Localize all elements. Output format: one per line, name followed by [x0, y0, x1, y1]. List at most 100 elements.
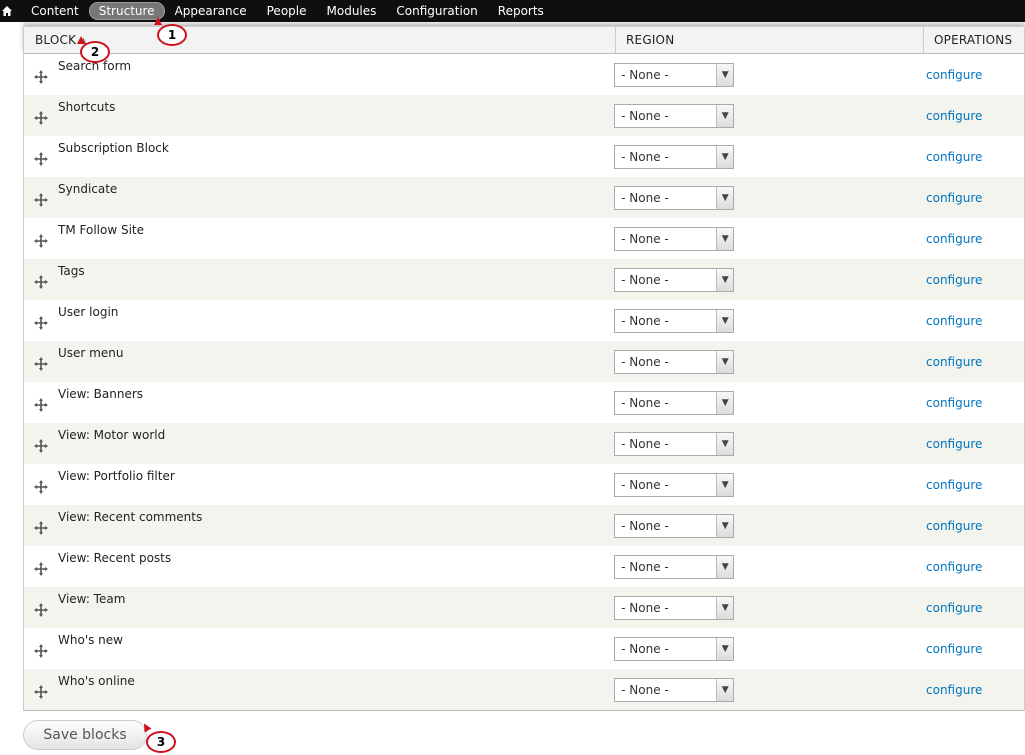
table-row: View: Team - None - ▼ configure: [24, 587, 1024, 628]
region-select[interactable]: - None - ▼: [614, 431, 735, 456]
region-select[interactable]: - None - ▼: [614, 677, 735, 702]
drag-handle-icon[interactable]: [34, 193, 48, 207]
region-select[interactable]: - None - ▼: [614, 103, 735, 128]
region-select[interactable]: - None - ▼: [614, 472, 735, 497]
chevron-down-icon[interactable]: ▼: [716, 678, 734, 701]
nav-item-appearance[interactable]: Appearance: [165, 2, 257, 20]
configure-link[interactable]: configure: [926, 68, 982, 82]
configure-link[interactable]: configure: [926, 601, 982, 615]
table-row: User menu - None - ▼ configure: [24, 341, 1024, 382]
drag-handle-icon[interactable]: [34, 480, 48, 494]
region-select[interactable]: - None - ▼: [614, 185, 735, 210]
region-select-value: - None -: [621, 108, 669, 123]
region-select[interactable]: - None - ▼: [614, 595, 735, 620]
operations-cell: configure: [916, 683, 1024, 697]
callout-2-pointer: [77, 36, 85, 44]
drag-handle-icon[interactable]: [34, 234, 48, 248]
chevron-down-icon[interactable]: ▼: [716, 186, 734, 209]
block-name: User menu: [58, 345, 124, 360]
configure-link[interactable]: configure: [926, 355, 982, 369]
drag-handle-icon[interactable]: [34, 644, 48, 658]
callout-3: 3: [146, 731, 176, 753]
region-cell: - None - ▼: [604, 226, 916, 251]
region-select[interactable]: - None - ▼: [614, 62, 735, 87]
configure-link[interactable]: configure: [926, 191, 982, 205]
block-cell: View: Team: [24, 587, 604, 628]
region-cell: - None - ▼: [604, 431, 916, 456]
chevron-down-icon[interactable]: ▼: [716, 104, 734, 127]
drag-handle-icon[interactable]: [34, 439, 48, 453]
configure-link[interactable]: configure: [926, 478, 982, 492]
region-select-value: - None -: [621, 231, 669, 246]
drag-handle-icon[interactable]: [34, 398, 48, 412]
drag-handle-icon[interactable]: [34, 685, 48, 699]
drag-handle-icon[interactable]: [34, 152, 48, 166]
drag-handle-icon[interactable]: [34, 316, 48, 330]
save-blocks-button[interactable]: Save blocks: [23, 720, 147, 750]
drag-handle-icon[interactable]: [34, 70, 48, 84]
drag-handle-icon[interactable]: [34, 111, 48, 125]
block-cell: TM Follow Site: [24, 218, 604, 259]
region-cell: - None - ▼: [604, 472, 916, 497]
chevron-down-icon[interactable]: ▼: [716, 555, 734, 578]
drag-handle-icon[interactable]: [34, 562, 48, 576]
block-cell: User login: [24, 300, 604, 341]
chevron-down-icon[interactable]: ▼: [716, 637, 734, 660]
block-name: View: Recent comments: [58, 509, 203, 524]
block-cell: View: Recent posts: [24, 546, 604, 587]
region-select[interactable]: - None - ▼: [614, 349, 735, 374]
nav-item-content[interactable]: Content: [21, 2, 89, 20]
configure-link[interactable]: configure: [926, 314, 982, 328]
configure-link[interactable]: configure: [926, 683, 982, 697]
chevron-down-icon[interactable]: ▼: [716, 63, 734, 86]
block-name: View: Portfolio filter: [58, 468, 175, 483]
region-select[interactable]: - None - ▼: [614, 308, 735, 333]
chevron-down-icon[interactable]: ▼: [716, 514, 734, 537]
configure-link[interactable]: configure: [926, 150, 982, 164]
region-select[interactable]: - None - ▼: [614, 226, 735, 251]
chevron-down-icon[interactable]: ▼: [716, 596, 734, 619]
configure-link[interactable]: configure: [926, 560, 982, 574]
chevron-down-icon[interactable]: ▼: [716, 227, 734, 250]
region-select[interactable]: - None - ▼: [614, 636, 735, 661]
block-cell: View: Motor world: [24, 423, 604, 464]
drag-handle-icon[interactable]: [34, 275, 48, 289]
drag-handle-icon[interactable]: [34, 603, 48, 617]
drag-handle-icon[interactable]: [34, 521, 48, 535]
configure-link[interactable]: configure: [926, 396, 982, 410]
region-select-value: - None -: [621, 354, 669, 369]
chevron-down-icon[interactable]: ▼: [716, 350, 734, 373]
nav-item-people[interactable]: People: [257, 2, 317, 20]
configure-link[interactable]: configure: [926, 109, 982, 123]
region-select[interactable]: - None - ▼: [614, 144, 735, 169]
configure-link[interactable]: configure: [926, 519, 982, 533]
nav-item-reports[interactable]: Reports: [488, 2, 554, 20]
chevron-down-icon[interactable]: ▼: [716, 432, 734, 455]
region-select[interactable]: - None - ▼: [614, 267, 735, 292]
table-row: View: Recent posts - None - ▼ configure: [24, 546, 1024, 587]
chevron-down-icon[interactable]: ▼: [716, 268, 734, 291]
region-select[interactable]: - None - ▼: [614, 554, 735, 579]
region-select[interactable]: - None - ▼: [614, 513, 735, 538]
configure-link[interactable]: configure: [926, 273, 982, 287]
block-name: Who's online: [58, 673, 135, 688]
configure-link[interactable]: configure: [926, 232, 982, 246]
drag-handle-icon[interactable]: [34, 357, 48, 371]
operations-header-label: OPERATIONS: [934, 33, 1013, 47]
chevron-down-icon[interactable]: ▼: [716, 145, 734, 168]
region-select[interactable]: - None - ▼: [614, 390, 735, 415]
chevron-down-icon[interactable]: ▼: [716, 391, 734, 414]
block-name: View: Team: [58, 591, 126, 606]
column-header-block[interactable]: BLOCK ▲: [24, 27, 616, 53]
chevron-down-icon[interactable]: ▼: [716, 473, 734, 496]
configure-link[interactable]: configure: [926, 437, 982, 451]
home-icon[interactable]: [0, 0, 17, 22]
region-cell: - None - ▼: [604, 677, 916, 702]
chevron-down-icon[interactable]: ▼: [716, 309, 734, 332]
callout-1: 1: [157, 24, 187, 46]
nav-item-modules[interactable]: Modules: [317, 2, 387, 20]
region-cell: - None - ▼: [604, 267, 916, 292]
block-name: Who's new: [58, 632, 123, 647]
nav-item-configuration[interactable]: Configuration: [386, 2, 487, 20]
configure-link[interactable]: configure: [926, 642, 982, 656]
